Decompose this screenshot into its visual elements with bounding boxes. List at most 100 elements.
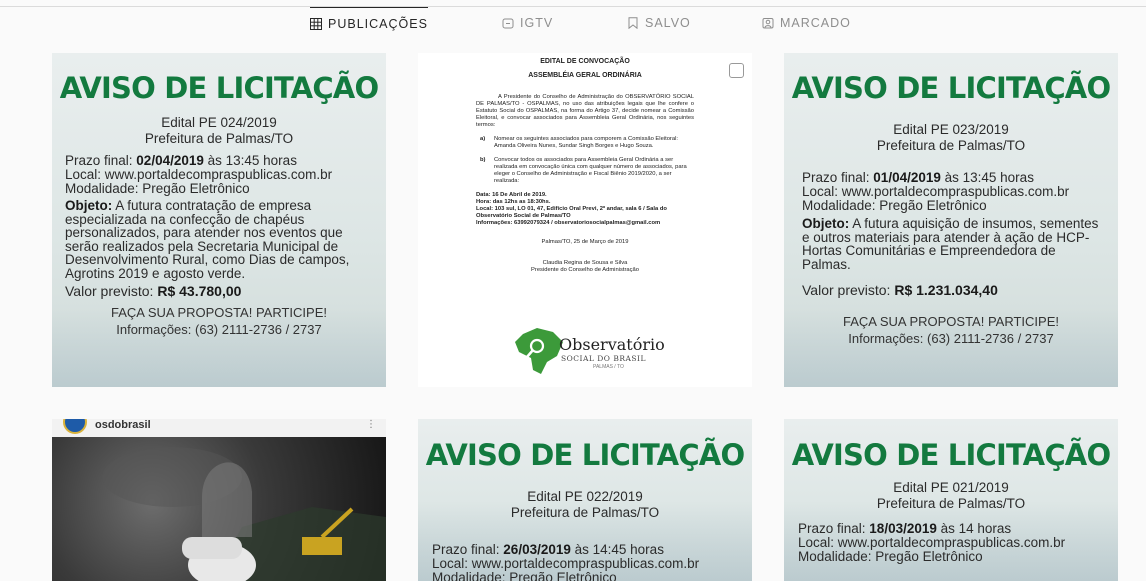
post-edital-convocacao[interactable]: EDITAL DE CONVOCAÇÃO ASSEMBLÉIA GERAL OR… [418, 53, 752, 387]
prazo-date: 01/04/2019 [873, 170, 941, 185]
local-line: Local: www.portaldecompraspublicas.com.b… [432, 556, 700, 571]
doc-title: EDITAL DE CONVOCAÇÃO [540, 58, 630, 65]
post-username[interactable]: osdobrasil [95, 419, 151, 431]
post-aviso-pe-023[interactable]: AVISO DE LICITAÇÃO Edital PE 023/2019 Pr… [784, 53, 1118, 387]
tagged-icon [762, 18, 774, 29]
info-phone: Informações: (63) 2111-2736 / 2737 [116, 322, 322, 337]
meeting-contact: Informações: 63992079324 / observatorios… [476, 220, 661, 226]
doc-subtitle: ASSEMBLÉIA GERAL ORDINÁRIA [528, 72, 642, 79]
bookmark-icon [628, 17, 638, 29]
meeting-time: Hora: das 12hs as 18:30hs. [476, 199, 551, 205]
edital-number: Edital PE 022/2019 [527, 489, 643, 504]
tab-marcado[interactable]: MARCADO [762, 7, 851, 39]
valor-label: Valor previsto: [65, 283, 158, 299]
item-b-label: b) [480, 157, 486, 163]
aviso-title: AVISO DE LICITAÇÃO [425, 438, 745, 472]
local-line: Local: www.portaldecompraspublicas.com.b… [802, 184, 1070, 199]
cta-text: FAÇA SUA PROPOSTA! PARTICIPE! [110, 305, 327, 320]
post-photo-worker[interactable]: osdobrasil ⋮ [52, 419, 386, 581]
doc-signer: Claudia Regina de Sousa e Silva [542, 260, 628, 266]
cta-text: FAÇA SUA PROPOSTA! PARTICIPE! [842, 314, 1059, 329]
objeto-line: Objeto: A futura aquisição de insumos, s… [802, 217, 1108, 271]
modalidade-line: Modalidade: Pregão Eletrônico [65, 181, 250, 196]
doc-item-a: a) Nomear os seguintes associados para co… [476, 136, 694, 150]
valor-amount: R$ 1.231.034,40 [894, 282, 998, 298]
item-b-text: Convocar todos os associados para Assemb… [494, 157, 687, 184]
aviso-title: AVISO DE LICITAÇÃO [791, 438, 1111, 472]
prazo-date: 18/03/2019 [869, 521, 937, 536]
aviso-title: AVISO DE LICITAÇÃO [59, 71, 379, 105]
prazo-label: Prazo final: [802, 170, 874, 185]
doc-item-b: b) Convocar todos os associados para Asse… [476, 157, 694, 185]
item-a-label: a) [480, 136, 486, 142]
info-phone: Informações: (63) 2111-2736 / 2737 [848, 331, 1054, 346]
prazo-label: Prazo final: [432, 542, 504, 557]
meeting-place: Local: 103 sul, LO 01, 47, Edifício Oral… [476, 206, 667, 219]
aviso-title: AVISO DE LICITAÇÃO [791, 71, 1111, 105]
prazo-time: às 13:45 horas [203, 153, 297, 168]
prazo-line: Prazo final: 02/04/2019 às 13:45 horas [65, 154, 377, 168]
prefeitura-label: Prefeitura de Palmas/TO [876, 496, 1026, 511]
prefeitura-label: Prefeitura de Palmas/TO [510, 505, 660, 520]
modalidade-line: Modalidade: Pregão Eletrônico [432, 570, 617, 581]
prazo-time: às 14 horas [936, 521, 1012, 536]
prazo-line: Prazo final: 26/03/2019 às 14:45 horas [432, 543, 742, 557]
prazo-date: 26/03/2019 [503, 542, 571, 557]
construction-scene-icon [102, 447, 386, 581]
tab-label: MARCADO [780, 16, 851, 30]
local-line: Local: www.portaldecompraspublicas.com.b… [798, 535, 1066, 550]
post-aviso-pe-024[interactable]: AVISO DE LICITAÇÃO Edital PE 024/2019 Pr… [52, 53, 386, 387]
aviso-details: Prazo final: 26/03/2019 às 14:45 horas L… [432, 543, 742, 581]
item-a-text: Nomear os seguintes associados para comp… [494, 136, 678, 149]
modalidade-line: Modalidade: Pregão Eletrônico [802, 198, 987, 213]
doc-signer-role: Presidente do Conselho de Administração [531, 267, 639, 273]
aviso-details: Prazo final: 02/04/2019 às 13:45 horas L… [65, 154, 377, 299]
observatorio-logo: Observatório SOCIAL DO BRASIL PALMAS / T… [513, 326, 673, 376]
logo-city: PALMAS / TO [593, 364, 624, 370]
avatar[interactable] [63, 419, 87, 434]
post-aviso-pe-021[interactable]: AVISO DE LICITAÇÃO Edital PE 021/2019 Pr… [784, 419, 1118, 581]
edital-number: Edital PE 024/2019 [161, 115, 277, 130]
prazo-label: Prazo final: [798, 521, 870, 536]
worker-photo [52, 437, 386, 581]
post-aviso-pe-022[interactable]: AVISO DE LICITAÇÃO Edital PE 022/2019 Pr… [418, 419, 752, 581]
valor-amount: R$ 43.780,00 [157, 283, 242, 299]
valor-label: Valor previsto: [802, 282, 895, 298]
doc-intro: A Presidente do Conselho de Administraçã… [476, 94, 694, 128]
prazo-time: às 14:45 horas [570, 542, 664, 557]
valor-line: Valor previsto: R$ 1.231.034,40 [802, 283, 1108, 297]
tab-label: SALVO [645, 16, 691, 30]
post-header: osdobrasil ⋮ [52, 419, 386, 437]
grid-icon [310, 17, 322, 30]
aviso-details: Prazo final: 01/04/2019 às 13:45 horas L… [802, 171, 1108, 298]
logo-text: Observatório [559, 335, 665, 354]
doc-place-date: Palmas/TO, 25 de Março de 2019 [541, 239, 629, 245]
tab-publicacoes[interactable]: PUBLICAÇÕES [310, 7, 428, 39]
tab-label: IGTV [520, 16, 554, 30]
prazo-label: Prazo final: [65, 153, 137, 168]
prefeitura-label: Prefeitura de Palmas/TO [876, 138, 1026, 153]
prazo-line: Prazo final: 01/04/2019 às 13:45 horas [802, 171, 1108, 185]
tab-igtv[interactable]: IGTV [502, 7, 553, 39]
tab-label: PUBLICAÇÕES [328, 16, 428, 31]
igtv-icon [502, 18, 514, 29]
doc-meeting-info: Data: 16 De Abril de 2019. Hora: das 12h… [476, 192, 694, 227]
local-line: Local: www.portaldecompraspublicas.com.b… [65, 167, 333, 182]
prazo-time: às 13:45 horas [940, 170, 1034, 185]
more-options-icon[interactable]: ⋮ [366, 420, 376, 430]
edital-number: Edital PE 021/2019 [893, 480, 1009, 495]
edital-number: Edital PE 023/2019 [893, 122, 1009, 137]
logo-subtext: SOCIAL DO BRASIL [561, 354, 646, 363]
valor-line: Valor previsto: R$ 43.780,00 [65, 284, 377, 298]
aviso-details: Prazo final: 18/03/2019 às 14 horas Loca… [798, 522, 1108, 564]
prefeitura-label: Prefeitura de Palmas/TO [144, 131, 294, 146]
meeting-date: Data: 16 De Abril de 2019. [476, 192, 547, 198]
modalidade-line: Modalidade: Pregão Eletrônico [798, 549, 983, 564]
tab-salvo[interactable]: SALVO [627, 7, 691, 39]
prazo-date: 02/04/2019 [136, 153, 204, 168]
prazo-line: Prazo final: 18/03/2019 às 14 horas [798, 522, 1108, 536]
profile-tabs: PUBLICAÇÕES IGTV SALVO MARCADO [0, 7, 1146, 39]
brazil-map-logo-icon [515, 328, 563, 374]
objeto-line: Objeto: A futura contratação de empresa … [65, 199, 377, 280]
multiple-images-icon [729, 63, 744, 78]
